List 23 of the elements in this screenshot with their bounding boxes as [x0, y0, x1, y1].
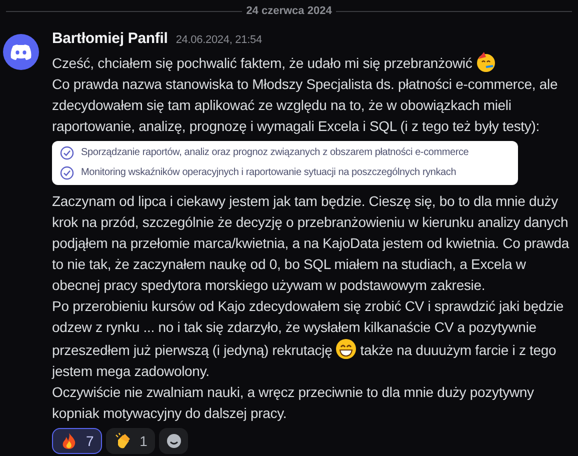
message-text: także na duuużym farcie i z tego — [360, 342, 556, 358]
reaction-button[interactable]: 1 — [106, 428, 156, 454]
message-text: jestem mega zadowolony. — [52, 362, 210, 381]
message-text: przeszedłem już pierwszą (i jedyną) rekrutację — [52, 342, 332, 358]
message-text: Cześć, chciałem się pochwalić faktem, że udało mi się przebranżowić — [52, 55, 472, 71]
check-circle-icon — [60, 146, 74, 160]
party-face-icon — [475, 51, 498, 73]
smiley-icon — [166, 433, 182, 449]
author-name[interactable]: Bartłomiej Panfil — [52, 28, 168, 49]
check-circle-icon — [60, 166, 74, 180]
checklist-item: Monitoring wskaźników operacyjnych i raportowanie sytuacji na poszczególnych rynkach — [81, 166, 456, 180]
checklist-item: Sporządzanie raportów, analiz oraz prognoz związanych z obszarem płatności e-commerce — [81, 146, 469, 160]
add-reaction-button[interactable] — [159, 428, 188, 454]
grinning-face-icon — [335, 338, 358, 360]
message-text: Oczywiście nie zwalniam nauki, a wręcz przeciwnie to dla mnie duży pozytywny kopniak motywacyjny do dalszej pracy. — [52, 384, 534, 421]
fire-icon — [60, 432, 78, 450]
message-text: Co prawda nazwa stanowiska to Młodszy Specjalista ds. płatności e-commerce, ale zdecydowałem się tam aplikować ze względu na to, że w obowiązkach mieli raportowanie, analizę, prognozę i wymagali Excela i SQL (i z tego też były testy): — [52, 76, 558, 134]
date-divider: 24 czerwca 2024 — [245, 4, 333, 19]
reaction-button[interactable]: 7 — [52, 428, 102, 454]
message-text: Zaczynam od lipca i ciekawy jestem jak tam będzie. Cieszę się, bo to dla mnie duży krok na przód, szczególnie że decyzję o przebranżowieniu w kierunku analizy danych podjąłem na przełomie marca/kwietnia, a na KajoData jestem od kwietnia. Co prawda to nie tak, że zaczynałem naukę od 0, bo SQL miałem na studiach, a Excela w obecnej pracy spedytora morskiego używam w podstawowym zakresie. — [52, 193, 570, 293]
message-timestamp: 24.06.2024, 21:54 — [176, 33, 262, 48]
attachment-image[interactable]: Sporządzanie raportów, analiz oraz prognoz związanych z obszarem płatności e-commerce Monitoring wskaźników operacyjnych i raportowanie sytuacji na poszczególnych rynkach — [52, 141, 518, 185]
avatar-icon — [3, 34, 39, 70]
